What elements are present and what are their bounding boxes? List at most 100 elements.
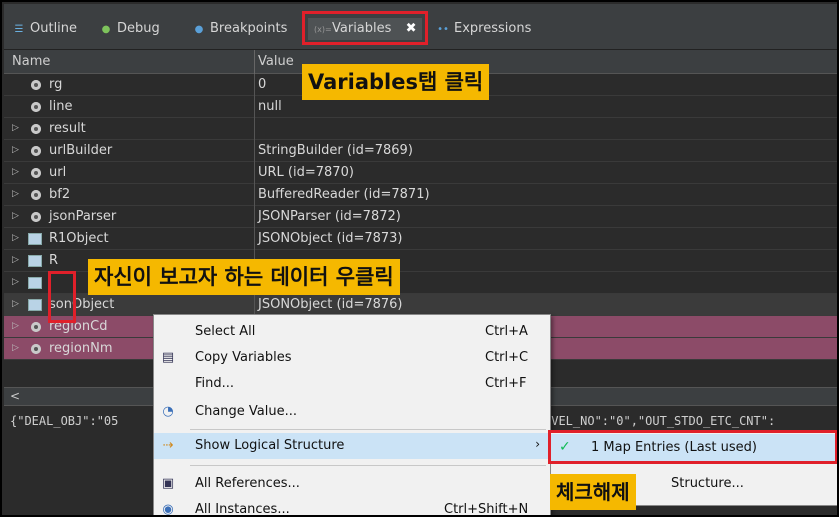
row-value: JSONObject (id=7876) (258, 297, 403, 312)
submenu-item-label: Structure... (671, 476, 744, 491)
instances-icon: ◉ (162, 502, 174, 517)
row-name: result (49, 121, 86, 136)
column-value-header[interactable]: Value (258, 54, 294, 69)
menu-item-all-references[interactable]: ▣ All References... (154, 471, 550, 497)
field-icon (31, 168, 41, 178)
json-object-icon (28, 277, 42, 289)
detail-text-left: {"DEAL_OBJ":"05 (10, 414, 119, 428)
field-icon (31, 80, 41, 90)
detail-text-right: EVEL_NO":"0","OUT_STDO_ETC_CNT": (544, 414, 776, 428)
tab-expressions[interactable]: •• Expressions (436, 18, 531, 40)
column-name-header[interactable]: Name (12, 54, 50, 69)
chevron-right-icon: › (535, 437, 540, 451)
menu-item-label: Select All (195, 324, 256, 339)
menu-item-shortcut: Ctrl+C (485, 350, 529, 365)
tab-outline[interactable]: ☰ Outline (12, 18, 78, 40)
expand-arrow-icon[interactable]: ▷ (12, 343, 19, 353)
menu-item-select-all[interactable]: Select All Ctrl+A (154, 319, 550, 345)
expand-arrow-icon[interactable]: ▷ (12, 123, 19, 133)
expand-arrow-icon[interactable]: ▷ (12, 321, 19, 331)
expand-arrow-icon[interactable]: ▷ (12, 145, 19, 155)
menu-item-shortcut: Ctrl+F (485, 376, 527, 391)
expand-arrow-icon[interactable]: ▷ (12, 233, 19, 243)
tab-outline-label: Outline (30, 21, 78, 36)
column-divider[interactable] (254, 50, 255, 74)
breakpoints-icon: ● (194, 24, 204, 35)
menu-item-label: All Instances... (195, 502, 290, 517)
menu-item-label: Find... (195, 376, 235, 391)
menu-item-find[interactable]: Find... Ctrl+F (154, 371, 550, 397)
field-icon (31, 212, 41, 222)
expand-arrow-icon[interactable]: ▷ (12, 277, 19, 287)
variables-view-window: ☰ Outline ● Debug ● Breakpoints (x)=Variabl… (0, 0, 839, 517)
row-value: StringBuilder (id=7869) (258, 143, 413, 158)
menu-item-shortcut: Ctrl+Shift+N (444, 502, 529, 517)
row-value: BufferedReader (id=7871) (258, 187, 430, 202)
row-name: rg (49, 77, 63, 92)
row-value: null (258, 99, 282, 114)
scroll-left-icon[interactable]: < (10, 389, 20, 403)
expand-arrow-icon[interactable]: ▷ (12, 189, 19, 199)
tab-breakpoints[interactable]: ● Breakpoints (192, 18, 288, 40)
row-name: urlBuilder (49, 143, 113, 158)
field-icon (31, 344, 41, 354)
debug-icon: ● (101, 24, 111, 35)
table-row[interactable]: ▷ R1Object JSONObject (id=7873) (4, 228, 837, 250)
callout-uncheck: 체크해제 (550, 474, 636, 510)
references-icon: ▣ (161, 476, 175, 491)
field-icon (31, 146, 41, 156)
row-value: JSONObject (id=7873) (258, 231, 403, 246)
menu-item-label: Show Logical Structure (195, 438, 345, 453)
row-name: regionNm (49, 341, 113, 356)
tab-debug-label: Debug (117, 21, 160, 36)
json-object-icon (28, 233, 42, 245)
field-icon (31, 102, 41, 112)
expand-arrow-icon[interactable]: ▷ (12, 255, 19, 265)
row-name: jsonParser (49, 209, 117, 224)
tab-expressions-label: Expressions (454, 21, 532, 36)
callout-right-click: 자신이 보고자 하는 데이터 우클릭 (88, 259, 400, 295)
row-name: R (49, 253, 59, 268)
menu-item-copy-variables[interactable]: ▤ Copy Variables Ctrl+C (154, 345, 550, 371)
expand-arrow-icon[interactable]: ▷ (12, 211, 19, 221)
table-row[interactable]: ▷ jsonParser JSONParser (id=7872) (4, 206, 837, 228)
table-row[interactable]: ▷ result (4, 118, 837, 140)
view-tab-bar: ☰ Outline ● Debug ● Breakpoints (x)=Variabl… (4, 4, 837, 50)
menu-item-label: Change Value... (195, 404, 298, 419)
menu-item-label: Copy Variables (195, 350, 292, 365)
json-object-icon (28, 255, 42, 267)
expand-arrow-icon[interactable]: ▷ (12, 299, 19, 309)
change-value-icon: ◔ (162, 404, 174, 419)
menu-separator (190, 429, 546, 430)
table-row[interactable]: ▷ url URL (id=7870) (4, 162, 837, 184)
row-value: JSONParser (id=7872) (258, 209, 401, 224)
menu-item-label: All References... (195, 476, 300, 491)
logical-structure-icon: ⇢ (162, 438, 174, 453)
copy-icon: ▤ (161, 350, 175, 365)
json-object-icon (28, 299, 42, 311)
table-row[interactable]: ▷ urlBuilder StringBuilder (id=7869) (4, 140, 837, 162)
field-icon (31, 322, 41, 332)
expand-arrow-icon[interactable]: ▷ (12, 167, 19, 177)
tab-debug[interactable]: ● Debug (99, 18, 160, 40)
row-icon-highlight (48, 271, 76, 323)
field-icon (31, 124, 41, 134)
variables-tab-highlight (302, 11, 428, 45)
row-name: R1Object (49, 231, 109, 246)
menu-item-all-instances[interactable]: ◉ All Instances... Ctrl+Shift+N (154, 497, 550, 517)
expressions-icon: •• (437, 24, 449, 35)
row-name: url (49, 165, 67, 180)
menu-item-shortcut: Ctrl+A (485, 324, 528, 339)
table-row[interactable]: ▷ bf2 BufferedReader (id=7871) (4, 184, 837, 206)
menu-item-change-value[interactable]: ◔ Change Value... (154, 399, 550, 425)
menu-item-show-logical-structure[interactable]: ⇢ Show Logical Structure › (154, 433, 550, 459)
row-name: line (49, 99, 73, 114)
map-entries-highlight (548, 430, 837, 464)
table-row-selected[interactable]: ▷ sonObject JSONObject (id=7876) (4, 294, 837, 316)
row-value: 0 (258, 77, 267, 92)
row-name: bf2 (49, 187, 71, 202)
callout-variables-tab: Variables탭 클릭 (302, 64, 490, 100)
context-menu: Select All Ctrl+A ▤ Copy Variables Ctrl+… (153, 314, 551, 517)
tab-breakpoints-label: Breakpoints (210, 21, 288, 36)
outline-icon: ☰ (14, 24, 24, 35)
